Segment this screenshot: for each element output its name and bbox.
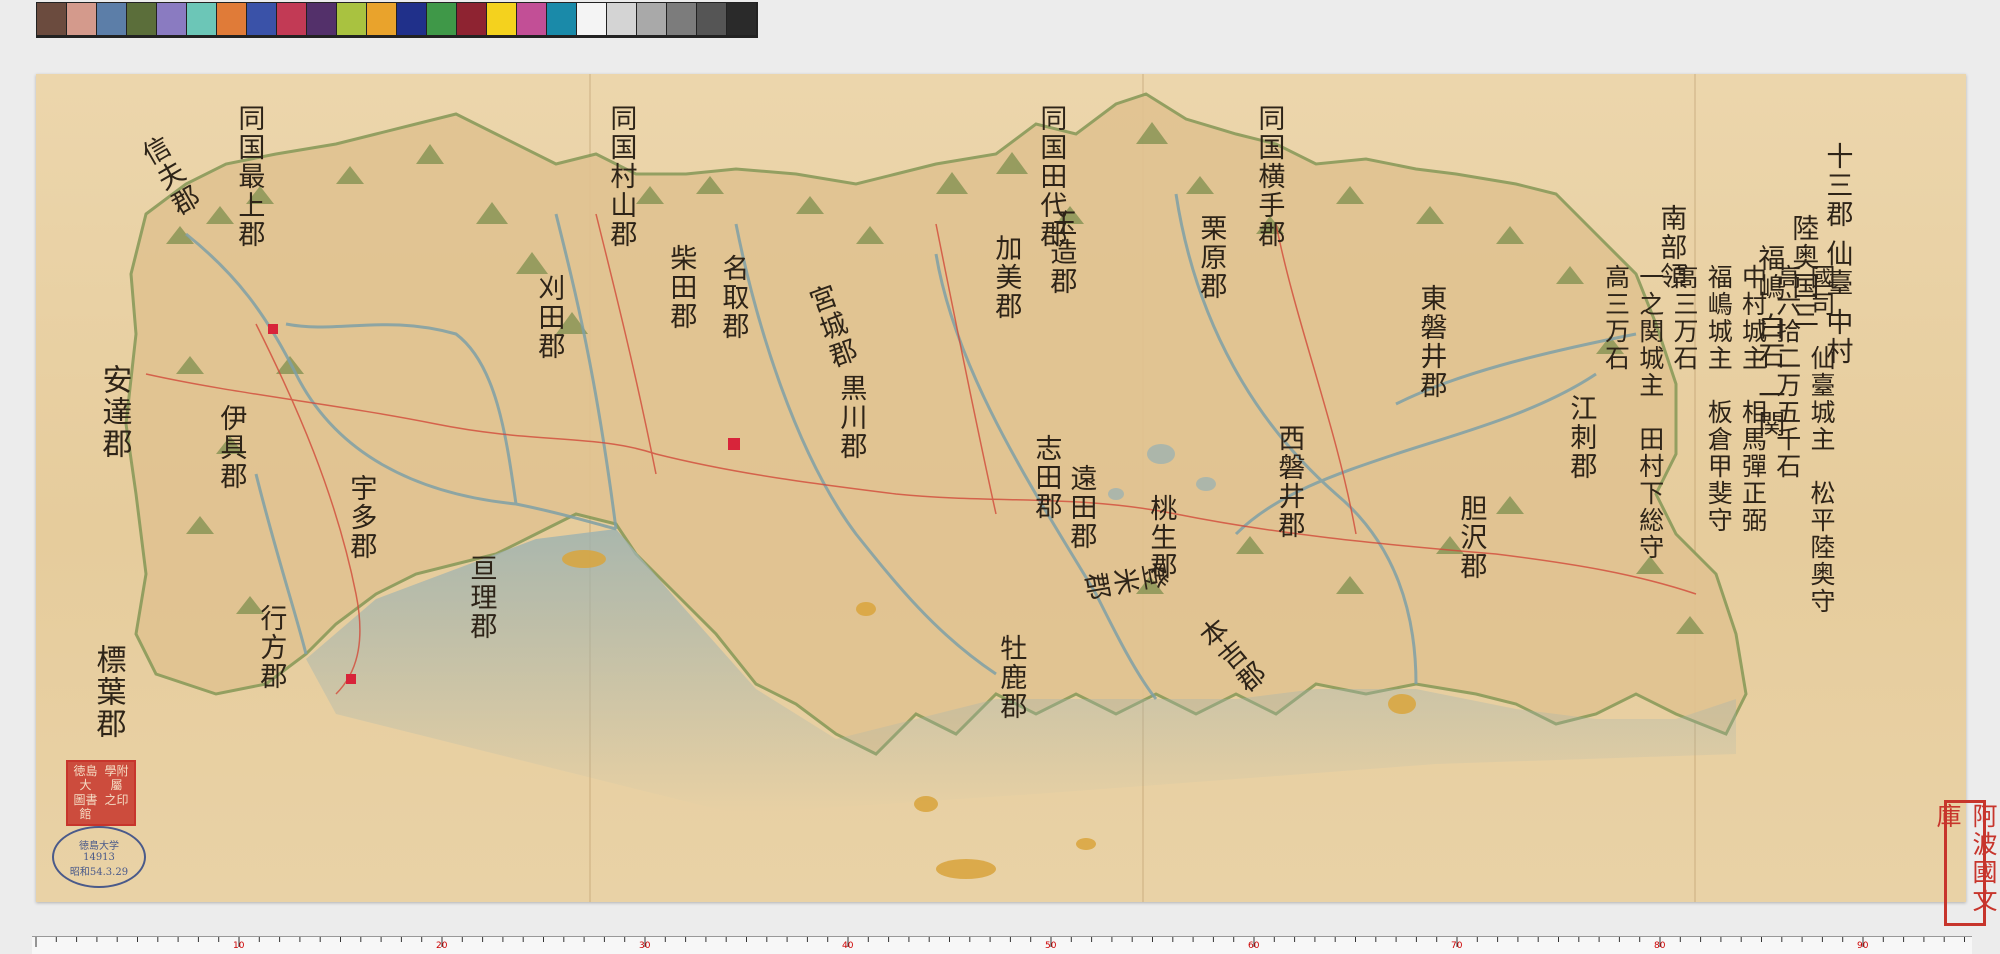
seal-text: 之印: [104, 793, 129, 807]
ruler-label: 60: [1248, 941, 1260, 951]
color-swatch: [247, 3, 276, 35]
color-swatch: [37, 3, 66, 35]
district-label: 牡鹿郡: [995, 634, 1027, 721]
district-label: 伊具郡: [215, 404, 247, 491]
color-swatch: [577, 3, 606, 35]
legend-entry: 高三万石: [1601, 264, 1631, 372]
color-swatch: [457, 3, 486, 35]
ruler-label: 40: [842, 941, 854, 951]
color-swatch: [427, 3, 456, 35]
castle-marker: [268, 324, 278, 334]
color-swatch: [97, 3, 126, 35]
seal-text: 學附屬: [104, 764, 129, 793]
legend-entry: 高三万石: [1670, 264, 1699, 372]
color-swatch: [367, 3, 396, 35]
accession-date: 昭和54.3.29: [69, 866, 129, 878]
seal-text: 徳島大: [73, 764, 98, 793]
castle-marker: [346, 674, 356, 684]
color-swatch: [517, 3, 546, 35]
color-swatch: [307, 3, 336, 35]
color-swatch: [487, 3, 516, 35]
ruler-label: 10: [233, 941, 245, 951]
seal-text: 圖書館: [73, 793, 98, 822]
color-swatch: [697, 3, 726, 35]
accession-number: 14913: [83, 851, 115, 863]
color-swatch: [547, 3, 576, 35]
ruler-label: 50: [1045, 941, 1057, 951]
color-swatch: [727, 3, 756, 35]
ruler-label: 30: [639, 941, 651, 951]
border-label-murayama: 同国村山郡: [605, 104, 637, 249]
color-swatch: [187, 3, 216, 35]
ruler-label: 90: [1857, 941, 1869, 951]
color-swatch: [277, 3, 306, 35]
accession-stamp: 徳島大学 14913 昭和54.3.29: [52, 826, 146, 888]
color-swatch: [67, 3, 96, 35]
color-swatch: [217, 3, 246, 35]
lords-legend: 國司 仙臺城主 松平陸奥守 高六拾二万五千石 中村城主 相馬彈正弼 福嶋城主 板…: [342, 264, 1837, 615]
color-swatch: [157, 3, 186, 35]
ruler-label: 80: [1654, 941, 1666, 951]
border-label-yokote: 同国横手郡: [1253, 104, 1285, 249]
color-swatch: [637, 3, 666, 35]
district-label: 行方郡: [255, 604, 287, 691]
university-seal: 徳島大 學附屬 圖書館 之印: [66, 760, 136, 826]
legend-entry: 福嶋城主 板倉甲斐守: [1704, 264, 1734, 534]
color-swatch: [337, 3, 366, 35]
color-swatch: [127, 3, 156, 35]
ruler-ticks: [35, 937, 1965, 947]
library-stamp: 阿波國文庫: [1933, 800, 1998, 926]
ruler-label: 70: [1451, 941, 1463, 951]
legend-entry: 中村城主 相馬彈正弼: [1738, 264, 1768, 534]
color-calibration-target: [36, 2, 758, 38]
color-swatch: [397, 3, 426, 35]
legend-entry: 高六拾二万五千石: [1772, 264, 1802, 480]
ruler-label: 20: [436, 941, 448, 951]
accession-library: 徳島大学: [79, 840, 119, 852]
color-swatch: [667, 3, 696, 35]
measurement-ruler: 10 20 30 40 50 60 70 80 90: [32, 936, 1972, 954]
legend-entry: 國司 仙臺城主 松平陸奥守: [1807, 264, 1836, 615]
border-label-adachi: 安達郡: [96, 364, 132, 460]
legend-entry: 一之関城主 田村下総守: [1635, 264, 1665, 561]
border-label-shineha: 標葉郡: [90, 644, 126, 740]
map-sheet: 同国最上郡 同国村山郡 同国田代郡 同国横手郡 南部領 信夫郡 安達郡 標葉郡 …: [36, 74, 1998, 926]
border-label-mogami: 同国最上郡: [233, 104, 265, 249]
color-swatch: [607, 3, 636, 35]
